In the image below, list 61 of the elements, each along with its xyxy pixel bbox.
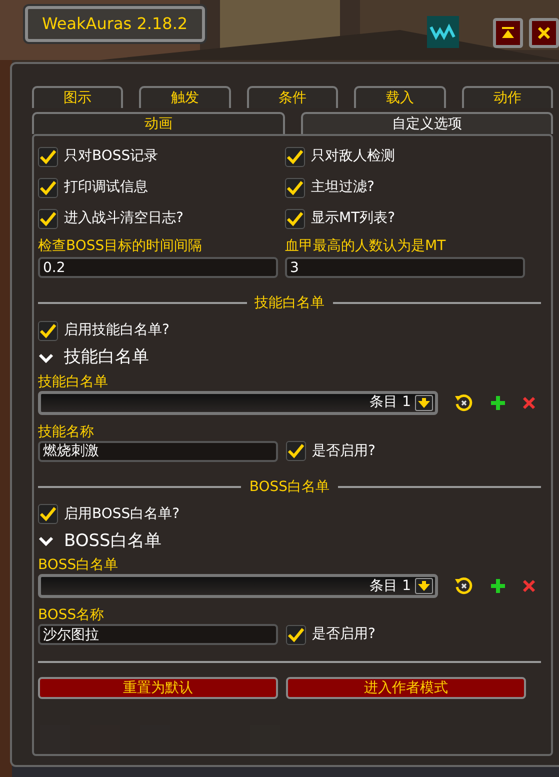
window-title: WeakAuras 2.18.2	[25, 6, 205, 42]
checkbox-label: 只对敌人检测	[311, 147, 395, 166]
tab[interactable]: 动画	[32, 112, 284, 134]
input-field[interactable]: 0.2	[38, 257, 278, 278]
checkbox-label: 启用技能白名单?	[64, 321, 170, 340]
dropdown-value: 条目 1	[370, 393, 411, 412]
input-field[interactable]: 沙尔图拉	[38, 624, 278, 645]
tab[interactable]: 条件	[246, 86, 338, 108]
input-field[interactable]: 燃烧刺激	[38, 440, 278, 462]
minimize-icon	[501, 27, 515, 39]
tab[interactable]: 自定义选项	[300, 112, 553, 134]
field-label: 技能白名单	[38, 372, 109, 390]
group-label[interactable]: BOSS白名单	[64, 528, 162, 554]
dropdown[interactable]: 条目 1	[38, 390, 438, 414]
dropdown-arrow-icon	[415, 578, 433, 594]
checkbox[interactable]	[285, 146, 305, 166]
checkbox[interactable]	[38, 320, 58, 340]
section-heading: BOSS白名单	[249, 478, 330, 496]
dropdown-arrow-icon	[415, 394, 433, 410]
dropdown-value: 条目 1	[370, 576, 411, 596]
delete-icon[interactable]	[522, 396, 536, 410]
minimize-button[interactable]	[493, 18, 523, 48]
logo-icon	[427, 16, 459, 48]
dropdown[interactable]: 条目 1	[38, 574, 438, 598]
close-button[interactable]	[529, 18, 559, 48]
add-icon[interactable]	[490, 394, 506, 410]
reset-icon[interactable]	[454, 576, 474, 596]
field-label: 检查BOSS目标的时间间隔	[38, 237, 204, 255]
add-icon[interactable]	[490, 578, 506, 594]
field-label: 血甲最高的人数认为是MT	[285, 237, 447, 255]
tab[interactable]: 图示	[32, 86, 124, 108]
action-button[interactable]: 重置为默认	[38, 677, 278, 699]
checkbox-label: 是否启用?	[312, 442, 376, 460]
section-heading: 技能白名单	[254, 294, 324, 312]
close-icon	[537, 26, 551, 40]
action-button[interactable]: 进入作者模式	[286, 677, 526, 699]
checkbox-label: 只对BOSS记录	[64, 147, 158, 166]
checkbox[interactable]	[286, 624, 306, 644]
checkbox-label: 是否启用?	[312, 625, 376, 644]
delete-icon[interactable]	[522, 579, 536, 593]
checkbox[interactable]	[38, 208, 58, 228]
checkbox[interactable]	[286, 441, 306, 461]
checkbox[interactable]	[38, 504, 58, 524]
reset-icon[interactable]	[454, 392, 474, 412]
checkbox[interactable]	[285, 208, 305, 228]
group-label[interactable]: 技能白名单	[64, 345, 149, 370]
field-label: BOSS名称	[38, 606, 106, 624]
checkbox[interactable]	[38, 178, 58, 198]
input-field[interactable]: 3	[285, 257, 525, 278]
field-label: BOSS白名单	[38, 556, 120, 574]
checkbox-label: 打印调试信息	[64, 178, 148, 197]
tab[interactable]: 动作	[462, 86, 554, 108]
tab[interactable]: 触发	[139, 86, 231, 108]
checkbox-label: 显示MT列表?	[311, 209, 396, 228]
tab[interactable]: 载入	[354, 86, 446, 108]
checkbox[interactable]	[285, 178, 305, 198]
checkbox-label: 进入战斗清空日志?	[64, 209, 184, 228]
checkbox-label: 主坦过滤?	[311, 178, 374, 197]
checkbox-label: 启用BOSS白名单?	[64, 504, 180, 524]
field-label: 技能名称	[38, 422, 95, 440]
checkbox[interactable]	[38, 146, 58, 166]
